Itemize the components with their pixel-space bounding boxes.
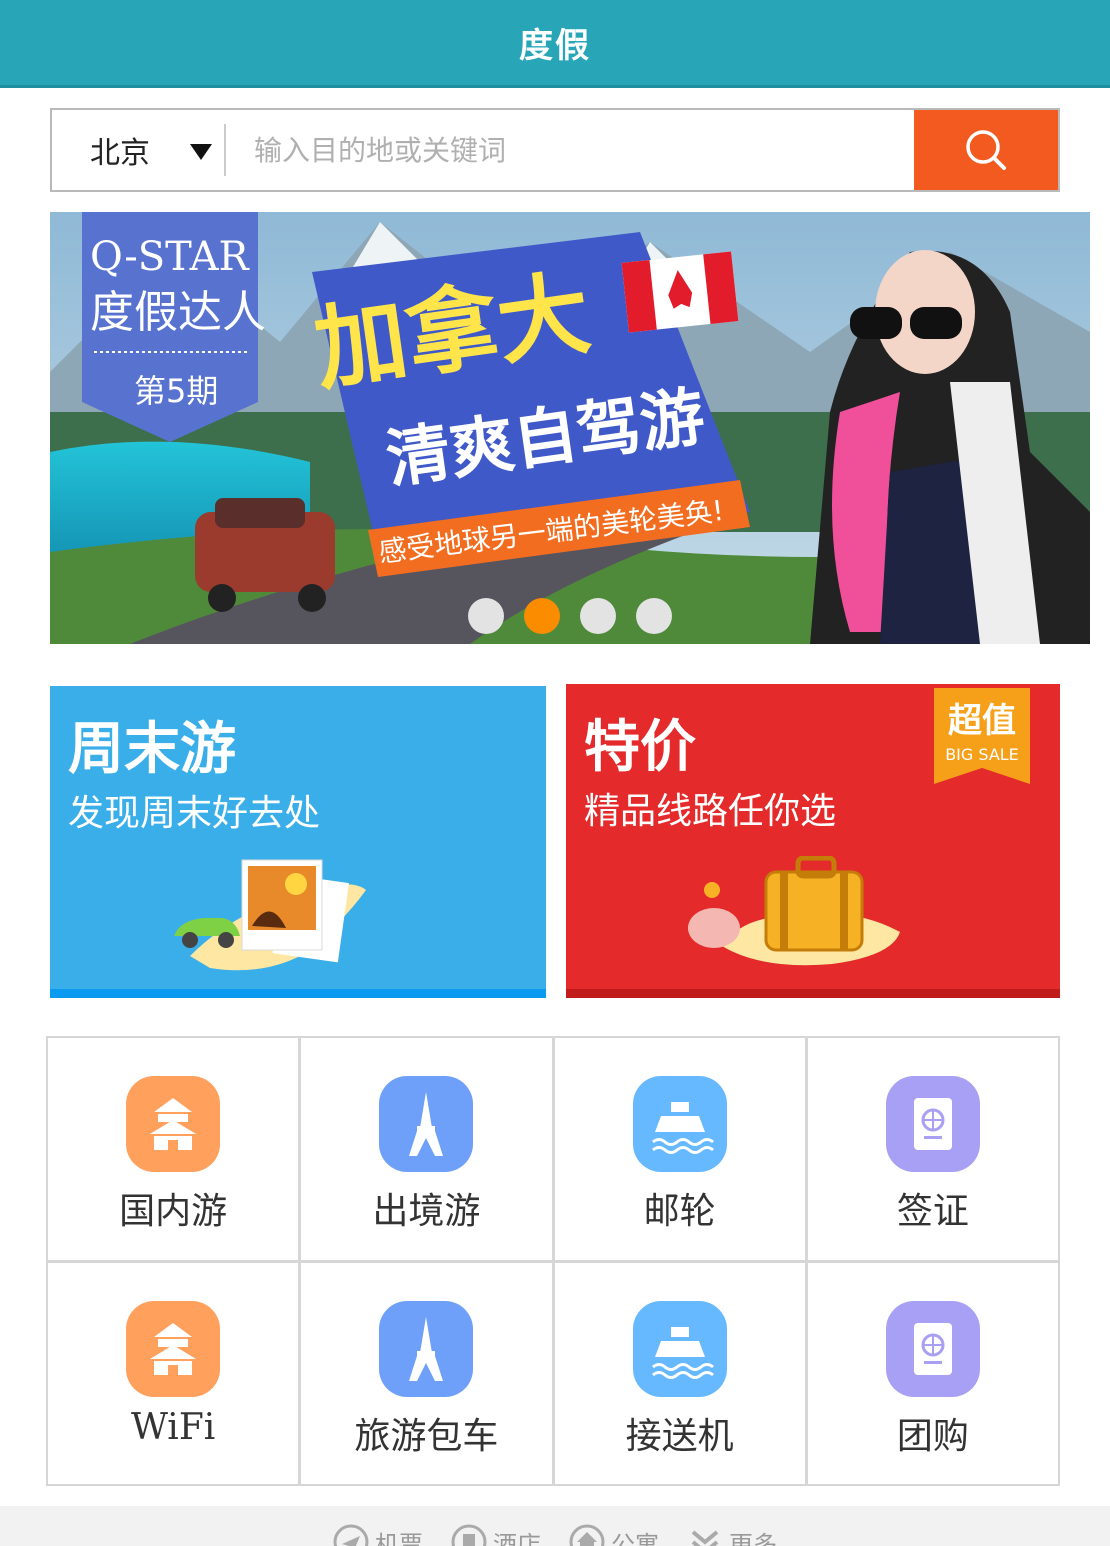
carousel-dot[interactable] [580, 598, 616, 634]
category-label: 旅游包车 [354, 1415, 499, 1457]
nav-label: 公寓 [611, 1530, 659, 1546]
eiffel-tower-icon [379, 1300, 474, 1397]
category-label: 签证 [896, 1191, 969, 1232]
weekend-trip-title: 周末游 [68, 716, 236, 782]
city-name: 北京 [90, 136, 150, 171]
temple-icon [126, 1300, 221, 1397]
ship-icon [632, 1076, 727, 1172]
search-icon [966, 130, 1006, 170]
nav-label: 更多 [729, 1530, 777, 1546]
sale-tag-cn: 超值 [948, 701, 1016, 741]
weekend-trip-subtitle: 发现周末好去处 [68, 793, 321, 834]
category-grid: 国内游 出境游 邮轮 签证 WiFi 旅游包车 接送机 团购 [46, 1036, 1060, 1486]
canada-flag-icon [621, 251, 739, 333]
nav-label: 机票 [375, 1530, 423, 1546]
banner-badge-sub: 度假达人 [90, 287, 266, 338]
nav-flights[interactable]: 机票 [333, 1524, 423, 1546]
banner-badge-title: Q-STAR [90, 234, 251, 280]
category-group-buy[interactable]: 团购 [807, 1262, 1058, 1484]
eiffel-tower-icon [379, 1076, 474, 1172]
carousel-dot-active[interactable] [524, 598, 560, 634]
suitcase-icon [688, 856, 900, 966]
nav-hotels[interactable]: 酒店 [451, 1524, 541, 1546]
apartment-icon [569, 1524, 605, 1546]
category-label: 出境游 [372, 1191, 481, 1232]
nav-more[interactable]: 更多 [687, 1524, 777, 1546]
search-button[interactable] [914, 110, 1058, 190]
banner-image: Q-STAR 度假达人 第5期 加拿大 清爽自驾游 感受地球另一端的美轮美奂! [50, 212, 1090, 644]
carousel-dot[interactable] [468, 598, 504, 634]
page-title: 度假 [519, 26, 591, 66]
plane-icon [333, 1524, 369, 1546]
banner-badge-issue: 第5期 [134, 372, 218, 410]
ship-icon [632, 1300, 727, 1397]
temple-icon [126, 1076, 221, 1172]
bottom-nav: 机票 酒店 公寓 更多 [0, 1506, 1110, 1546]
carousel-dots [468, 598, 672, 634]
category-visa[interactable]: 签证 [807, 1038, 1058, 1260]
category-domestic-tour[interactable]: 国内游 [48, 1038, 299, 1260]
caret-down-icon [190, 144, 212, 160]
app-header: 度假 [0, 0, 1110, 88]
category-cruise[interactable]: 邮轮 [554, 1038, 805, 1260]
special-price-card[interactable]: 特价 精品线路任你选 超值 BIG SALE [566, 684, 1060, 998]
nav-label: 酒店 [493, 1530, 541, 1546]
category-wifi[interactable]: WiFi [48, 1262, 299, 1484]
search-bar: 北京 [50, 108, 1060, 192]
category-label: 团购 [896, 1415, 969, 1457]
category-label: 国内游 [119, 1191, 228, 1232]
category-charter-car[interactable]: 旅游包车 [301, 1262, 552, 1484]
category-outbound-tour[interactable]: 出境游 [301, 1038, 552, 1260]
sale-tag-en: BIG SALE [945, 745, 1019, 764]
category-label: 接送机 [625, 1415, 734, 1457]
category-label: 邮轮 [643, 1191, 716, 1232]
passport-icon [885, 1076, 980, 1172]
search-input[interactable] [226, 110, 914, 190]
hotel-icon [451, 1524, 487, 1546]
travel-photo-icon [174, 859, 366, 971]
category-label: WiFi [130, 1406, 216, 1448]
nav-apartments[interactable]: 公寓 [569, 1524, 659, 1546]
category-airport-transfer[interactable]: 接送机 [554, 1262, 805, 1484]
special-price-title: 特价 [584, 714, 696, 780]
weekend-trip-card[interactable]: 周末游 发现周末好去处 [50, 686, 546, 998]
more-icon [691, 1530, 719, 1546]
city-selector[interactable]: 北京 [52, 110, 224, 190]
big-sale-tag: 超值 BIG SALE [934, 688, 1030, 784]
passport-icon [885, 1300, 980, 1397]
special-price-subtitle: 精品线路任你选 [584, 791, 837, 832]
carousel-dot[interactable] [636, 598, 672, 634]
promo-banner[interactable]: Q-STAR 度假达人 第5期 加拿大 清爽自驾游 感受地球另一端的美轮美奂! [50, 212, 1090, 644]
